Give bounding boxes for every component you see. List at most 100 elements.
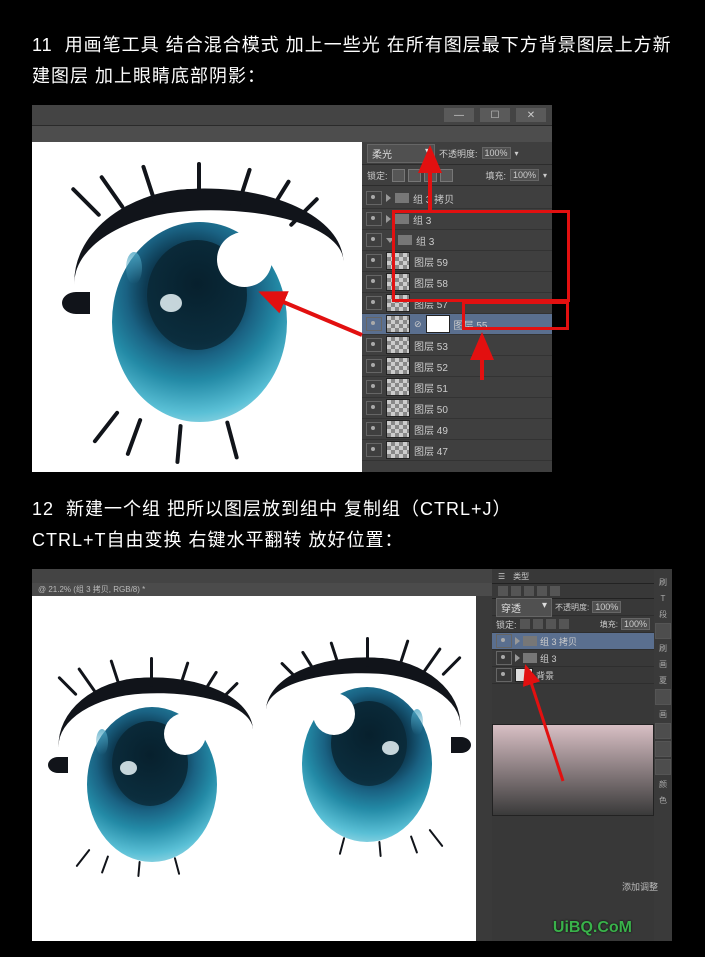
lock-all-icon[interactable]: [440, 169, 453, 182]
lock-icon[interactable]: [559, 619, 569, 629]
panel-tab-icon[interactable]: 画: [656, 707, 670, 721]
fill-value[interactable]: 100%: [621, 618, 650, 630]
document-tab[interactable]: [32, 126, 552, 142]
layer-row[interactable]: 图层 51: [362, 377, 552, 398]
blend-opacity-row: 柔光 ▾ 不透明度: 100% ▾: [362, 142, 552, 165]
visibility-icon[interactable]: [496, 634, 512, 648]
layer-name: 图层 55: [454, 317, 488, 332]
filter-icon[interactable]: [498, 586, 508, 596]
layer-group-row[interactable]: 组 3 拷贝: [362, 188, 552, 209]
blend-mode-select[interactable]: 穿透 ▾: [496, 598, 552, 617]
layer-row[interactable]: 图层 52: [362, 356, 552, 377]
lock-fill-row: 锁定: 填充: 100% ▾: [362, 165, 552, 186]
layer-thumb: [386, 294, 410, 312]
filter-icon[interactable]: [537, 586, 547, 596]
panel-tab-icon[interactable]: 画: [656, 657, 670, 671]
layer-group-row-selected[interactable]: 组 3 拷贝: [492, 633, 654, 650]
visibility-icon[interactable]: [366, 422, 382, 436]
expand-icon[interactable]: [386, 238, 394, 243]
layers-panel: 柔光 ▾ 不透明度: 100% ▾ 锁定: 填充:: [362, 142, 552, 472]
document-tab[interactable]: @ 21.2% (组 3 拷贝, RGB/8) *: [32, 583, 492, 596]
layer-row-selected[interactable]: ⊘ 图层 55: [362, 314, 552, 335]
layer-name: 组 3 拷贝: [413, 191, 454, 206]
filter-icon[interactable]: [550, 586, 560, 596]
folder-icon: [395, 193, 409, 203]
folder-icon: [395, 214, 409, 224]
lock-icon[interactable]: [533, 619, 543, 629]
visibility-icon[interactable]: [366, 191, 382, 205]
color-swatch[interactable]: [492, 724, 654, 816]
layer-row[interactable]: 背景: [492, 667, 654, 684]
window-close-icon[interactable]: ✕: [516, 108, 546, 122]
layer-group-row[interactable]: 组 3: [492, 650, 654, 667]
layer-name: 组 3: [413, 212, 431, 227]
lock-transparent-icon[interactable]: [392, 169, 405, 182]
panel-tab-icon[interactable]: 刷: [656, 575, 670, 589]
chevron-down-icon[interactable]: ▾: [515, 149, 519, 158]
layer-row[interactable]: 图层 50: [362, 398, 552, 419]
layer-row[interactable]: 图层 57: [362, 293, 552, 314]
mask-thumb: [426, 315, 450, 333]
lock-position-icon[interactable]: [424, 169, 437, 182]
layer-name: 图层 58: [414, 275, 448, 290]
panel-tab-label[interactable]: 类型: [513, 571, 529, 582]
panel-tab-icon[interactable]: 段: [656, 607, 670, 621]
panel-tab-icon[interactable]: [655, 741, 671, 757]
panel-tab-icon[interactable]: 刷: [656, 641, 670, 655]
visibility-icon[interactable]: [366, 296, 382, 310]
lock-icon[interactable]: [520, 619, 530, 629]
layer-row[interactable]: 图层 49: [362, 419, 552, 440]
step12-line1: 新建一个组 把所以图层放到组中 复制组（CTRL+J）: [66, 499, 512, 519]
panel-tab-icon[interactable]: [655, 723, 671, 739]
visibility-icon[interactable]: [496, 651, 512, 665]
visibility-icon[interactable]: [366, 443, 382, 457]
mask-link-icon[interactable]: ⊘: [414, 319, 422, 330]
opacity-value[interactable]: 100%: [482, 147, 511, 159]
panel-tab-icon[interactable]: 色: [656, 793, 670, 807]
visibility-icon[interactable]: [366, 338, 382, 352]
panel-tab-icon[interactable]: 夏: [656, 673, 670, 687]
panel-tab-icon[interactable]: T: [656, 591, 670, 605]
blend-mode-select[interactable]: 柔光 ▾: [367, 144, 435, 163]
layer-row[interactable]: 图层 53: [362, 335, 552, 356]
window-min-icon[interactable]: —: [444, 108, 474, 122]
lock-icon[interactable]: [546, 619, 556, 629]
expand-icon[interactable]: [515, 654, 520, 662]
layer-group-row[interactable]: 组 3: [362, 230, 552, 251]
blend-mode-value: 柔光: [372, 146, 392, 161]
visibility-icon[interactable]: [366, 233, 382, 247]
expand-icon[interactable]: [386, 194, 391, 202]
panel-tab-icon[interactable]: [655, 689, 671, 705]
visibility-icon[interactable]: [496, 668, 512, 682]
opacity-value[interactable]: 100%: [592, 601, 621, 613]
visibility-icon[interactable]: [366, 275, 382, 289]
panel-tab-icon[interactable]: [655, 623, 671, 639]
folder-icon: [523, 653, 537, 663]
panel-tab-icon[interactable]: 颜: [656, 777, 670, 791]
expand-icon[interactable]: [515, 637, 520, 645]
layer-row[interactable]: 图层 58: [362, 272, 552, 293]
lock-pixels-icon[interactable]: [408, 169, 421, 182]
filter-icon[interactable]: [511, 586, 521, 596]
fill-value[interactable]: 100%: [510, 169, 539, 181]
visibility-icon[interactable]: [366, 401, 382, 415]
visibility-icon[interactable]: [366, 359, 382, 373]
chevron-down-icon[interactable]: ▾: [543, 171, 547, 180]
layer-group-row[interactable]: 组 3: [362, 209, 552, 230]
canvas-area[interactable]: [32, 142, 362, 472]
step11-text: 11用画笔工具 结合混合模式 加上一些光 在所有图层最下方背景图层上方新建图层 …: [32, 30, 673, 91]
layer-thumb: [386, 252, 410, 270]
window-max-icon[interactable]: ☐: [480, 108, 510, 122]
visibility-icon[interactable]: [366, 212, 382, 226]
expand-icon[interactable]: [386, 215, 391, 223]
visibility-icon[interactable]: [366, 380, 382, 394]
panel-tab-icon[interactable]: [655, 759, 671, 775]
layer-row[interactable]: 图层 47: [362, 440, 552, 461]
canvas-area[interactable]: [32, 596, 476, 941]
visibility-icon[interactable]: [366, 317, 382, 331]
visibility-icon[interactable]: [366, 254, 382, 268]
screenshot-1: — ☐ ✕: [32, 105, 552, 472]
filter-icon[interactable]: [524, 586, 534, 596]
layer-name: 组 3: [416, 233, 434, 248]
layer-row[interactable]: 图层 59: [362, 251, 552, 272]
